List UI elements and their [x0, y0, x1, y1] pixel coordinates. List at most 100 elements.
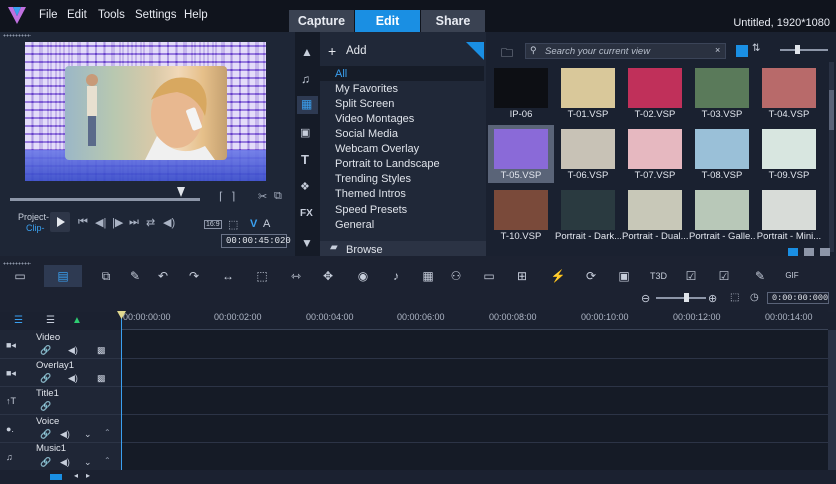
- scroll-right-icon[interactable]: ▸: [86, 471, 90, 480]
- fx-icon[interactable]: FX: [300, 208, 313, 219]
- library-scroll-thumb[interactable]: [829, 90, 834, 130]
- tab-capture[interactable]: Capture: [289, 10, 354, 32]
- title-icon[interactable]: T: [301, 152, 309, 167]
- audio-toggle[interactable]: A: [263, 218, 270, 230]
- zoom-in-icon[interactable]: ⊕: [708, 292, 717, 305]
- menu-edit[interactable]: Edit: [67, 9, 87, 21]
- link-icon[interactable]: 🔗: [40, 401, 51, 412]
- video-toggle[interactable]: V: [250, 218, 257, 230]
- mute-icon[interactable]: ◀): [60, 429, 70, 440]
- view-mode-3-icon[interactable]: [820, 248, 830, 256]
- pan-zoom-icon[interactable]: ✥: [320, 268, 336, 284]
- expand-icon[interactable]: ⌄: [84, 429, 92, 440]
- browse-button[interactable]: [320, 241, 486, 256]
- category-speed-presets[interactable]: Speed Presets: [335, 204, 407, 216]
- category-social-media[interactable]: Social Media: [335, 128, 398, 140]
- edit-icon[interactable]: ✎: [752, 268, 768, 284]
- timeline-timecode[interactable]: 0:00:00:000: [767, 292, 829, 304]
- collapse-icon[interactable]: ⌃: [104, 456, 111, 465]
- rotate-icon[interactable]: ⟳: [583, 268, 599, 284]
- view-mode-2-icon[interactable]: [804, 248, 814, 256]
- mute-icon[interactable]: ◀): [68, 345, 78, 356]
- menu-tools[interactable]: Tools: [98, 9, 125, 21]
- track-area[interactable]: [122, 330, 828, 470]
- browse-label[interactable]: Browse: [346, 244, 383, 256]
- scroll-down-icon[interactable]: ▼: [301, 236, 313, 250]
- subtitle-icon[interactable]: ▭: [481, 268, 497, 284]
- aspect-ratio-button[interactable]: 16:9: [204, 220, 222, 229]
- graphics-icon[interactable]: ❖: [300, 180, 310, 193]
- template-thumbnail[interactable]: Portrait - Galle...: [689, 186, 755, 244]
- template-thumbnail[interactable]: T-10.VSP: [488, 186, 554, 244]
- mark-in-icon[interactable]: ⌈: [219, 190, 223, 203]
- ripple-icon[interactable]: ▩: [97, 373, 106, 384]
- menu-help[interactable]: Help: [184, 9, 208, 21]
- home-icon[interactable]: ⏮: [78, 216, 88, 229]
- scroll-up-icon[interactable]: ▲: [301, 45, 313, 59]
- audio-mixer-icon[interactable]: ♪: [388, 268, 404, 284]
- sound-icon[interactable]: ▦: [420, 268, 436, 284]
- category-themed-intros[interactable]: Themed Intros: [335, 188, 406, 200]
- folder-icon[interactable]: 🗀: [501, 44, 513, 65]
- timeline-scroll-thumb[interactable]: [50, 474, 62, 480]
- add-icon[interactable]: +: [328, 43, 336, 59]
- template-thumbnail[interactable]: Portrait - Dark...: [555, 186, 621, 244]
- template-thumbnail[interactable]: T-08.VSP: [689, 125, 755, 183]
- template-thumbnail[interactable]: T-03.VSP: [689, 64, 755, 122]
- mask-icon[interactable]: ▣: [616, 268, 632, 284]
- clip-mode-label[interactable]: Clip-: [26, 223, 45, 233]
- link-icon[interactable]: 🔗: [40, 345, 51, 356]
- end-icon[interactable]: ⏭: [129, 216, 139, 229]
- mute-icon[interactable]: ◀): [68, 373, 78, 384]
- mark-out-icon[interactable]: ⌉: [231, 190, 235, 203]
- expand-icon[interactable]: ⌄: [84, 457, 92, 468]
- split-clip-icon[interactable]: ✂: [258, 190, 267, 203]
- category-trending-styles[interactable]: Trending Styles: [335, 173, 411, 185]
- track-name-voice[interactable]: Voice: [36, 416, 59, 427]
- pin-corner-icon[interactable]: [466, 42, 484, 60]
- fit-project-icon[interactable]: ⬚: [730, 292, 739, 303]
- template-thumbnail[interactable]: T-01.VSP: [555, 64, 621, 122]
- scrubber-handle[interactable]: [177, 187, 185, 197]
- previous-frame-icon[interactable]: ◀|: [95, 216, 106, 229]
- link-icon[interactable]: 🔗: [40, 457, 51, 468]
- mute-icon[interactable]: ◀): [60, 457, 70, 468]
- track-name-music1[interactable]: Music1: [36, 443, 66, 454]
- link-icon[interactable]: 🔗: [40, 429, 51, 440]
- template-thumbnail[interactable]: T-09.VSP: [756, 125, 822, 183]
- chapter-icon[interactable]: ☰: [46, 315, 55, 326]
- clear-search-icon[interactable]: ×: [715, 45, 720, 55]
- panel-grip[interactable]: [3, 34, 31, 37]
- add-category-button[interactable]: Add: [346, 45, 366, 57]
- copy-attributes-icon[interactable]: ⧉: [98, 268, 114, 284]
- category-video-montages[interactable]: Video Montages: [335, 113, 414, 125]
- template-thumbnail[interactable]: T-04.VSP: [756, 64, 822, 122]
- category-general[interactable]: General: [335, 219, 374, 231]
- copy-icon[interactable]: ⧉: [274, 190, 282, 203]
- template-thumbnail[interactable]: T-07.VSP: [622, 125, 688, 183]
- checklist-icon[interactable]: ☑: [683, 268, 699, 284]
- track-manager-icon[interactable]: ☰: [14, 315, 23, 326]
- category-webcam-overlay[interactable]: Webcam Overlay: [335, 143, 419, 155]
- volume-icon[interactable]: ◀): [163, 216, 175, 229]
- template-thumbnail[interactable]: IP-06: [488, 64, 554, 122]
- project-mode-label[interactable]: Project-: [18, 212, 49, 222]
- tab-edit[interactable]: Edit: [355, 10, 420, 32]
- sort-icon[interactable]: ⇅: [752, 43, 760, 54]
- template-thumbnail[interactable]: T-06.VSP: [555, 125, 621, 183]
- ripple-icon[interactable]: ▩: [97, 345, 106, 356]
- zoom-handle[interactable]: [684, 293, 689, 302]
- tab-share[interactable]: Share: [421, 10, 485, 32]
- storyboard-view-icon[interactable]: ▭: [12, 268, 28, 284]
- template-thumbnail[interactable]: T-05.VSP: [488, 125, 554, 183]
- list-view-icon[interactable]: [736, 45, 748, 57]
- thumbnail-size-slider[interactable]: [780, 49, 828, 51]
- zoom-out-icon[interactable]: ⊖: [641, 292, 650, 305]
- template-thumbnail[interactable]: T-02.VSP: [622, 64, 688, 122]
- auto-music-icon[interactable]: ☑: [716, 268, 732, 284]
- preview-timecode[interactable]: 00:00:45:020: [221, 234, 291, 248]
- cue-marker-icon[interactable]: ▲: [72, 315, 82, 326]
- timeline-view-button[interactable]: ▤: [44, 265, 82, 287]
- motion-icon[interactable]: ⇿: [288, 268, 304, 284]
- category-all[interactable]: All: [335, 68, 347, 80]
